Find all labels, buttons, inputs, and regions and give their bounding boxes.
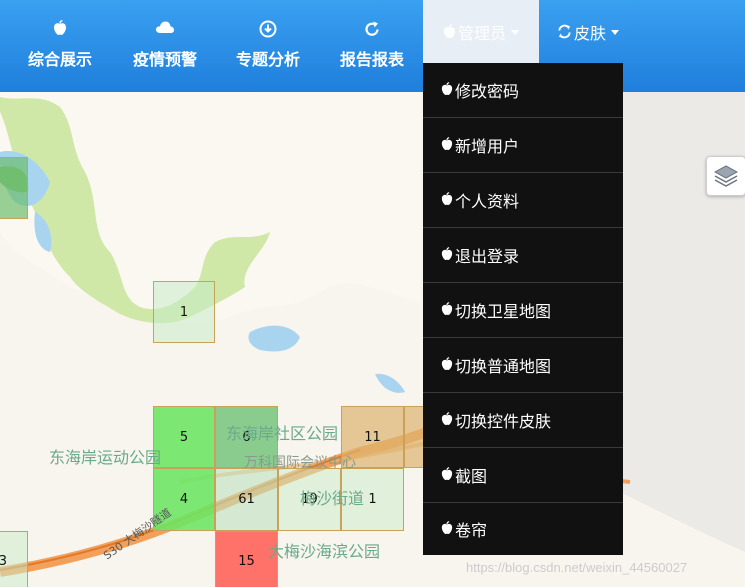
menu-item-profile[interactable]: 个人资料 <box>423 173 623 228</box>
menu-item-label: 修改密码 <box>455 82 520 101</box>
menu-item-swipe[interactable]: 卷帘 <box>423 503 623 555</box>
menu-item-screenshot[interactable]: 截图 <box>423 448 623 503</box>
menu-item-label: 卷帘 <box>455 521 488 540</box>
apple-icon <box>443 24 456 38</box>
apple-icon <box>441 136 453 155</box>
grid-cell[interactable] <box>0 157 28 219</box>
cloud-icon <box>126 20 204 40</box>
nav-item-epidemic-warning[interactable]: 疫情预警 <box>126 0 204 92</box>
chevron-down-icon <box>511 30 519 35</box>
refresh-icon <box>558 24 571 39</box>
menu-item-label: 切换普通地图 <box>455 357 552 376</box>
nav-item-thematic-analysis[interactable]: 专题分析 <box>230 0 306 92</box>
nav-label: 综合展示 <box>27 50 92 69</box>
apple-icon <box>441 191 453 210</box>
apple-icon <box>441 520 453 539</box>
map-canvas[interactable]: 1 5 6 11 4 61 19 1 15 3 东海岸运动公园 东海岸社区公园 … <box>0 92 745 587</box>
grid-cell[interactable]: 61 <box>215 468 278 531</box>
grid-cell[interactable]: 1 <box>153 281 215 343</box>
layer-switcher-button[interactable] <box>706 156 745 196</box>
grid-cell[interactable]: 5 <box>153 406 215 468</box>
admin-menu-toggle[interactable]: 管理员 <box>423 0 539 63</box>
apple-icon <box>441 246 453 265</box>
grid-cell[interactable]: 3 <box>0 531 28 587</box>
menu-item-label: 个人资料 <box>455 192 520 211</box>
poi-label: 万科国际会议中心 <box>244 455 356 471</box>
menu-item-label: 切换控件皮肤 <box>455 412 552 431</box>
layers-icon <box>713 165 739 187</box>
apple-icon <box>441 356 453 375</box>
nav-label: 专题分析 <box>235 50 300 69</box>
poi-label: 梅沙街道 <box>300 489 365 508</box>
refresh-icon <box>334 20 410 40</box>
menu-item-logout[interactable]: 退出登录 <box>423 228 623 283</box>
menu-item-label: 退出登录 <box>455 247 520 266</box>
apple-icon <box>22 20 98 40</box>
menu-item-label: 新增用户 <box>455 137 520 156</box>
download-circle-icon <box>230 20 306 40</box>
apple-icon <box>441 466 453 485</box>
menu-item-add-user[interactable]: 新增用户 <box>423 118 623 173</box>
chevron-down-icon <box>611 30 619 35</box>
menu-item-control-skin[interactable]: 切换控件皮肤 <box>423 393 623 448</box>
apple-icon <box>441 301 453 320</box>
poi-label: 大梅沙海滨公园 <box>268 542 381 561</box>
menu-item-label: 切换卫星地图 <box>455 302 552 321</box>
skin-menu-toggle[interactable]: 皮肤 <box>548 0 628 63</box>
apple-icon <box>441 411 453 430</box>
apple-icon <box>441 81 453 100</box>
nav-label: 疫情预警 <box>132 50 197 69</box>
menu-item-satellite-map[interactable]: 切换卫星地图 <box>423 283 623 338</box>
menu-item-change-password[interactable]: 修改密码 <box>423 63 623 118</box>
watermark-text: https://blog.csdn.net/weixin_44560027 <box>466 560 688 575</box>
nav-label: 报告报表 <box>339 50 404 69</box>
poi-label: 东海岸社区公园 <box>226 424 339 443</box>
admin-menu-label: 管理员 <box>457 23 506 43</box>
poi-label: 东海岸运动公园 <box>49 448 162 467</box>
admin-dropdown-menu: 修改密码 新增用户 个人资料 退出登录 切换卫星地图 切换普通地图 切换控件皮肤… <box>423 63 623 555</box>
menu-item-normal-map[interactable]: 切换普通地图 <box>423 338 623 393</box>
nav-item-overview[interactable]: 综合展示 <box>22 0 98 92</box>
skin-menu-label: 皮肤 <box>573 23 606 43</box>
menu-item-label: 截图 <box>455 467 488 486</box>
nav-item-reports[interactable]: 报告报表 <box>334 0 410 92</box>
